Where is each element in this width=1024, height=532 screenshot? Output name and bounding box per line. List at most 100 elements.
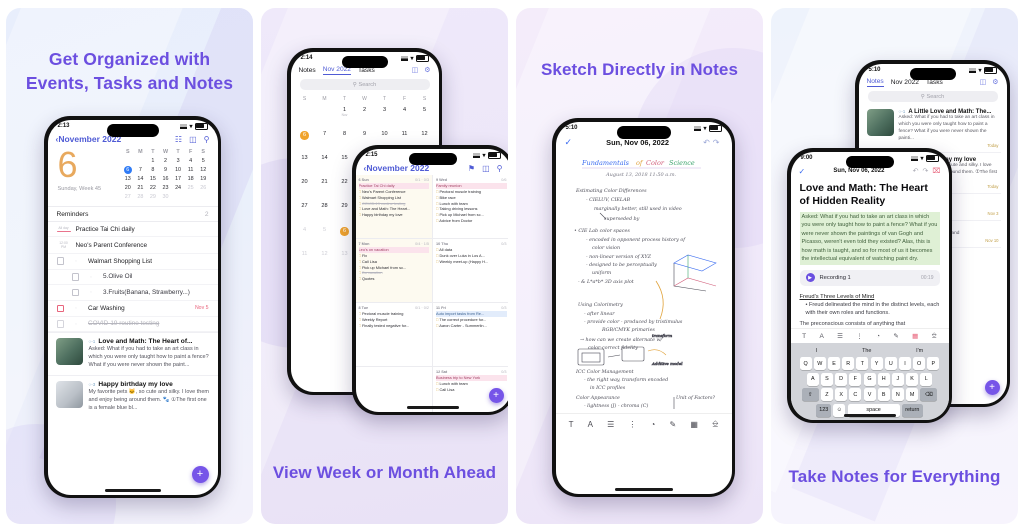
reminder-row[interactable]: ◦ Car Washing Nov 5: [47, 300, 218, 317]
key-H[interactable]: H: [877, 372, 890, 386]
calendar-day-cell[interactable]: 21: [134, 184, 147, 193]
calendar-day-cell[interactable]: [122, 157, 135, 166]
calendar-day-cell[interactable]: 21: [315, 177, 335, 201]
add-button[interactable]: +: [984, 379, 1000, 395]
text-tool-icon[interactable]: T: [802, 333, 806, 340]
list-tool-icon[interactable]: ☰: [607, 420, 614, 429]
calendar-day-cell[interactable]: 2: [159, 157, 172, 166]
calendar-day-cell[interactable]: 3: [375, 105, 395, 129]
key-⇧[interactable]: ⇧: [801, 388, 819, 402]
key-F[interactable]: F: [849, 372, 862, 386]
reminder-row[interactable]: All day Practice Tai Chi daily: [47, 222, 218, 238]
calendar-day-cell[interactable]: 4: [184, 157, 197, 166]
calendar-day-cell[interactable]: [197, 193, 210, 202]
key-G[interactable]: G: [863, 372, 876, 386]
key-T[interactable]: T: [856, 357, 869, 371]
keyboard-row-3[interactable]: ⇧ Z X C V B N M ⌫: [794, 388, 946, 402]
suggestion-chip[interactable]: I: [816, 348, 818, 354]
calendar-day-cell[interactable]: 7: [134, 166, 147, 175]
tab-notes[interactable]: Notes: [866, 78, 884, 87]
keyboard-tool-icon[interactable]: ⎒: [712, 419, 718, 429]
mic-tool-icon[interactable]: ◔: [651, 420, 656, 429]
calendar-day-cell[interactable]: 17: [172, 175, 185, 184]
calendar-day-cell[interactable]: 14: [134, 175, 147, 184]
key-Y[interactable]: Y: [870, 357, 883, 371]
calendar-day-cell[interactable]: 5: [415, 105, 435, 129]
calendar-day-cell[interactable]: 6: [295, 129, 315, 153]
note-title[interactable]: Love and Math: The Heart of Hidden Reali…: [791, 178, 949, 209]
calendar-day-cell[interactable]: 29: [147, 193, 160, 202]
reminder-row[interactable]: ◦ COVID-19 routine testing: [47, 316, 218, 333]
calendar-day-cell[interactable]: 25: [184, 184, 197, 193]
key-C[interactable]: C: [849, 388, 862, 402]
reminder-row[interactable]: ◦ 3.Fruits(Banana, Strawberry...): [47, 285, 218, 301]
layout-tool-icon[interactable]: ⋮: [628, 420, 636, 429]
calendar-day-cell[interactable]: [315, 105, 335, 129]
search-input[interactable]: ⚲ Search: [299, 79, 430, 91]
calendar-day-cell[interactable]: 23: [159, 184, 172, 193]
redo-icon[interactable]: ↷: [713, 138, 723, 147]
calendar-day-cell[interactable]: 20: [122, 184, 135, 193]
week-day-cell[interactable]: 11 Fri 0/3 Auto import tasks from Re... □ T…: [433, 303, 508, 367]
note-card[interactable]: ○-3 Happy birthday my love My favorite pet…: [47, 375, 218, 419]
reminder-row[interactable]: ◦ 5.Olive Oil: [47, 269, 218, 286]
calendar-day-cell[interactable]: 8: [335, 129, 355, 153]
mini-calendar[interactable]: S M T W T F S 1 2 3 4 5 6 7 8 9 10 11 12 13 14 15 16 17 18 19 20 21…: [122, 148, 210, 202]
week-item[interactable]: □ Finally tested negative for...: [359, 323, 430, 329]
key-B[interactable]: B: [877, 388, 890, 402]
gear-icon[interactable]: ⚙: [992, 78, 998, 86]
week-day-cell[interactable]: 8 Tue 0/1 · 0/2 □ Pectoral muscle training…: [355, 303, 433, 367]
checkbox[interactable]: [71, 288, 79, 297]
calendar-day-cell[interactable]: [184, 193, 197, 202]
play-icon[interactable]: ▶: [805, 273, 815, 283]
key-K[interactable]: K: [906, 372, 919, 386]
key-N[interactable]: N: [891, 388, 904, 402]
calendar-day-cell[interactable]: 8: [147, 166, 160, 175]
gear-icon[interactable]: ⚙: [424, 66, 430, 74]
week-item[interactable]: □ Aaron Carter - Summerlin...: [436, 323, 507, 329]
font-tool-icon[interactable]: A: [819, 333, 823, 340]
week-day-cell[interactable]: 6 Sun 0/1 · 0/3 Practice Tai Chi daily □ Ne…: [355, 175, 433, 239]
calendar-day-cell[interactable]: 5: [197, 157, 210, 166]
undo-redo-group[interactable]: ↶↷: [703, 138, 722, 147]
key-V[interactable]: V: [863, 388, 876, 402]
undo-icon[interactable]: ↶: [913, 167, 919, 175]
grid-tool-icon[interactable]: ▦: [912, 332, 918, 340]
calendar-day-cell[interactable]: 1: [147, 157, 160, 166]
week-item[interactable]: □ Advice from Doctor: [436, 218, 507, 224]
delete-icon[interactable]: ⌧: [932, 167, 940, 175]
sketch-canvas[interactable]: Fundamentals of Color Science August 13,…: [555, 151, 732, 413]
week-day-cell[interactable]: [356, 367, 433, 412]
key-Z[interactable]: Z: [820, 388, 833, 402]
calendar-day-cell[interactable]: [295, 105, 315, 129]
calendar-day-cell[interactable]: 28: [315, 201, 335, 225]
keyboard-tool-icon[interactable]: ⎒: [932, 332, 937, 340]
key-I[interactable]: I: [898, 357, 911, 371]
calendar-day-cell[interactable]: 30: [159, 193, 172, 202]
calendar-day-cell[interactable]: 13: [295, 153, 315, 177]
audio-recording-row[interactable]: ▶ Recording 1 00:19: [799, 269, 940, 286]
mic-tool-icon[interactable]: ◔: [876, 333, 880, 340]
calendar-day-cell[interactable]: 6: [122, 166, 135, 175]
on-screen-keyboard[interactable]: I The I'm QWERTYUIOP ASDFGHJKL ⇧ Z X C V B N M ⌫ 1…: [790, 343, 949, 420]
calendar-day-cell[interactable]: 12: [197, 166, 210, 175]
week-day-cell[interactable]: 10 Thu 0/3 □ All data □ Dunk over Luka in L…: [433, 239, 508, 303]
text-tool-icon[interactable]: T: [569, 420, 574, 429]
calendar-view-icon[interactable]: ◫: [980, 78, 987, 86]
tab-notes[interactable]: Notes: [299, 67, 316, 74]
calendar-day-cell[interactable]: [134, 157, 147, 166]
mini-calendar-grid[interactable]: S M T W T F S 1 2 3 4 5 6 7 8 9 10 11 12 13 14 15 16 17 18 19 20 21…: [122, 148, 210, 202]
calendar-day-cell[interactable]: 22: [147, 184, 160, 193]
key-X[interactable]: X: [835, 388, 848, 402]
calendar-day-cell[interactable]: 18: [184, 175, 197, 184]
search-input[interactable]: ⚲ Search: [867, 91, 998, 103]
calendar-day-cell[interactable]: 4: [295, 225, 315, 249]
reminders-section-header[interactable]: Reminders 2: [47, 206, 218, 222]
calendar-view-icon[interactable]: ◫: [482, 164, 490, 173]
agenda-view-icon[interactable]: ☷: [175, 135, 182, 144]
calendar-day-cell[interactable]: 11: [184, 166, 197, 175]
calendar-view-icon[interactable]: ◫: [412, 66, 419, 74]
key-W[interactable]: W: [813, 357, 826, 371]
checkbox[interactable]: [56, 320, 64, 328]
checkbox[interactable]: [71, 273, 79, 281]
